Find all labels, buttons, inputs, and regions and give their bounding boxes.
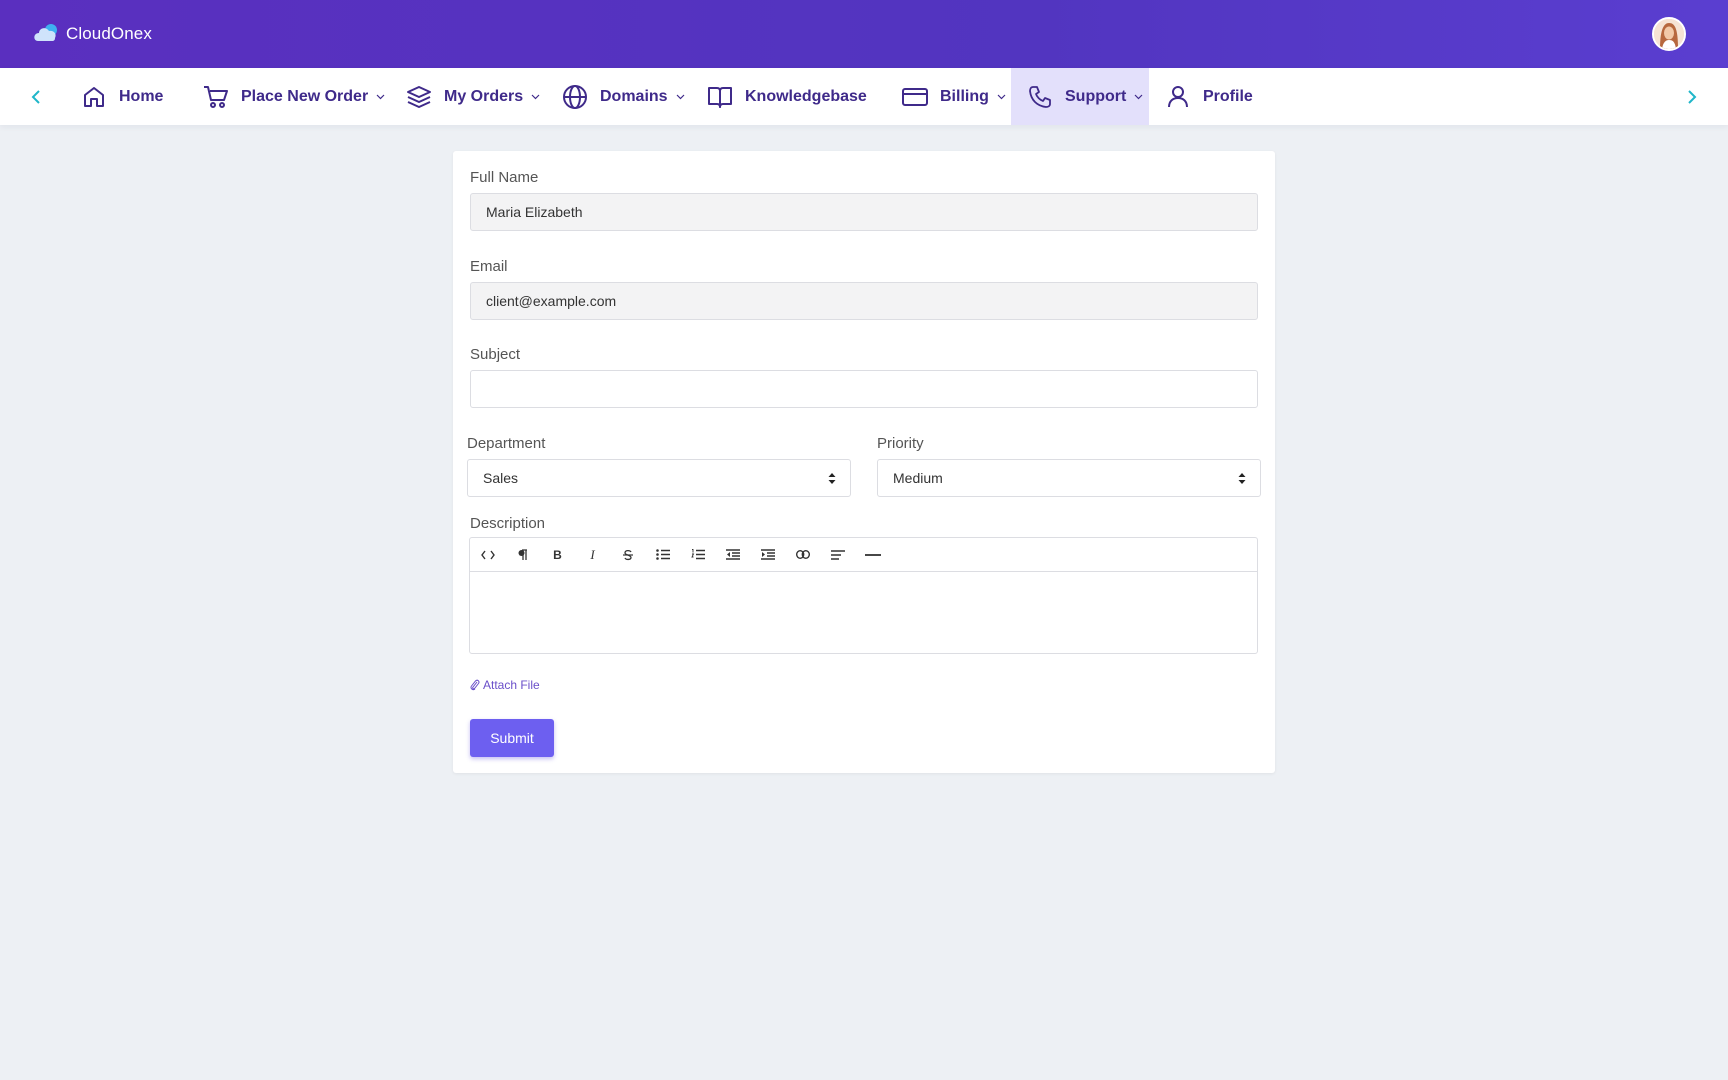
numbered-list-icon[interactable] xyxy=(685,542,710,567)
chevron-down-icon xyxy=(997,94,1006,100)
select-arrows-icon xyxy=(1238,472,1246,488)
bold-icon[interactable]: B xyxy=(545,542,570,567)
nav-item-label: Billing xyxy=(940,87,989,105)
paragraph-icon[interactable] xyxy=(510,542,535,567)
nav-item-place-new-order[interactable]: Place New Order xyxy=(203,68,385,125)
chevron-down-icon xyxy=(376,94,385,100)
chevron-left-icon xyxy=(31,89,40,104)
subject-input[interactable] xyxy=(470,370,1258,408)
department-select[interactable]: Sales xyxy=(467,459,851,497)
globe-icon xyxy=(562,84,588,110)
nav-item-domains[interactable]: Domains xyxy=(562,68,685,125)
strikethrough-icon[interactable] xyxy=(615,542,640,567)
nav-item-label: My Orders xyxy=(444,87,524,105)
chevron-right-icon xyxy=(1688,89,1697,104)
chevron-down-icon xyxy=(1134,94,1143,100)
chevron-down-icon xyxy=(531,94,540,100)
nav-item-label: Profile xyxy=(1203,87,1253,105)
priority-value: Medium xyxy=(893,470,943,486)
user-icon xyxy=(1165,84,1191,110)
attach-file-link[interactable]: Attach File xyxy=(470,678,540,692)
subject-label: Subject xyxy=(470,346,521,363)
nav-item-home[interactable]: Home xyxy=(81,68,163,125)
description-label: Description xyxy=(470,515,546,532)
submit-button[interactable]: Submit xyxy=(470,719,554,757)
brand-logo[interactable]: CloudOnex xyxy=(32,19,152,49)
horizontal-rule-icon[interactable] xyxy=(860,542,885,567)
description-textarea[interactable] xyxy=(470,572,1257,653)
cloud-icon xyxy=(32,21,60,48)
nav-item-label: Knowledgebase xyxy=(745,87,867,105)
email-field[interactable] xyxy=(470,282,1258,320)
code-view-icon[interactable] xyxy=(475,542,500,567)
priority-select[interactable]: Medium xyxy=(877,459,1261,497)
nav-item-label: Domains xyxy=(600,87,668,105)
outdent-icon[interactable] xyxy=(720,542,745,567)
nav-item-support[interactable]: Support xyxy=(1011,68,1149,125)
nav-scroll-left-button[interactable] xyxy=(21,68,51,125)
full-name-field[interactable] xyxy=(470,193,1258,231)
attach-file-label: Attach File xyxy=(483,678,540,692)
email-label: Email xyxy=(470,258,508,275)
main-nav: Home Place New Order My Orders Domains K… xyxy=(0,68,1728,125)
ticket-form-card: Full Name Email Subject Department Sales… xyxy=(453,151,1275,773)
paperclip-icon xyxy=(470,679,480,691)
nav-item-label: Place New Order xyxy=(241,87,369,105)
align-left-icon[interactable] xyxy=(825,542,850,567)
nav-scroll-right-button[interactable] xyxy=(1677,68,1707,125)
department-label: Department xyxy=(467,435,546,452)
full-name-label: Full Name xyxy=(470,169,539,186)
phone-icon xyxy=(1027,84,1053,110)
description-editor: B I xyxy=(469,537,1258,654)
italic-icon[interactable]: I xyxy=(580,542,605,567)
credit-card-icon xyxy=(902,84,928,110)
nav-item-label: Home xyxy=(119,87,164,105)
department-value: Sales xyxy=(483,470,519,486)
layers-icon xyxy=(406,84,432,110)
nav-item-label: Support xyxy=(1065,87,1127,105)
top-bar: CloudOnex xyxy=(0,0,1728,68)
nav-item-knowledgebase[interactable]: Knowledgebase xyxy=(707,68,867,125)
bullet-list-icon[interactable] xyxy=(650,542,675,567)
nav-item-my-orders[interactable]: My Orders xyxy=(406,68,540,125)
home-icon xyxy=(81,84,107,110)
chevron-down-icon xyxy=(676,94,685,100)
cart-icon xyxy=(203,84,229,110)
brand-name: CloudOnex xyxy=(66,24,152,43)
editor-toolbar: B I xyxy=(470,538,1257,572)
nav-item-profile[interactable]: Profile xyxy=(1165,68,1253,125)
indent-icon[interactable] xyxy=(755,542,780,567)
avatar[interactable] xyxy=(1652,17,1686,51)
priority-label: Priority xyxy=(877,435,924,452)
book-icon xyxy=(707,84,733,110)
select-arrows-icon xyxy=(828,472,836,488)
link-icon[interactable] xyxy=(790,542,815,567)
nav-item-billing[interactable]: Billing xyxy=(902,68,1006,125)
